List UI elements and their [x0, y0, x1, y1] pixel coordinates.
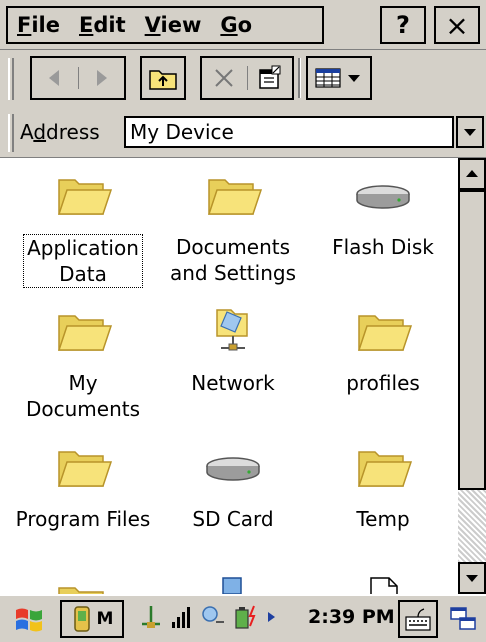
address-label: Address: [20, 120, 100, 144]
file-label: Network: [191, 371, 275, 395]
keyboard-icon: [405, 608, 431, 631]
file-item-flash-disk[interactable]: Flash Disk: [308, 166, 458, 260]
view-mode-button[interactable]: [306, 56, 372, 100]
properties-icon: [259, 65, 281, 89]
battery-charging-icon[interactable]: [232, 602, 260, 632]
address-input[interactable]: My Device: [124, 116, 454, 148]
menu-edit[interactable]: Edit: [70, 13, 136, 37]
file-item-sd-card[interactable]: SD Card: [158, 438, 308, 532]
properties-button[interactable]: [248, 64, 293, 92]
details-view-icon: [315, 68, 360, 88]
file-item-partial-app[interactable]: [158, 574, 308, 594]
up-folder-icon: [149, 70, 177, 90]
input-panel-button[interactable]: [398, 600, 438, 638]
forward-arrow-icon: [97, 70, 108, 86]
drive-icon: [206, 457, 260, 481]
menu-group: File Edit View Go: [6, 6, 324, 44]
menu-view[interactable]: View: [136, 13, 212, 37]
menu-bar: File Edit View Go ? ×: [0, 0, 486, 50]
drive-icon: [356, 185, 410, 209]
chevron-down-icon: [466, 575, 478, 582]
file-label: My Documents: [25, 371, 141, 421]
file-label: Documents and Settings: [169, 235, 296, 285]
nav-button-group: [30, 56, 126, 100]
back-button[interactable]: [32, 67, 79, 89]
window-app-icon: [222, 577, 242, 594]
file-label: SD Card: [192, 507, 274, 531]
chevron-down-icon: [464, 129, 476, 136]
file-label: Flash Disk: [332, 235, 434, 259]
help-button[interactable]: ?: [380, 6, 426, 44]
signal-strength-icon[interactable]: [170, 602, 194, 632]
file-list[interactable]: Application Data Documents and Settings Fl…: [0, 158, 458, 594]
cascade-windows-icon: [450, 607, 476, 630]
file-item-partial-folder[interactable]: [8, 574, 158, 594]
close-button[interactable]: ×: [434, 6, 480, 44]
folder-icon: [357, 315, 413, 351]
system-tray: [138, 602, 276, 632]
network-status-icon[interactable]: [200, 602, 226, 632]
file-item-profiles[interactable]: profiles: [308, 302, 458, 396]
clock[interactable]: 2:39 PM: [308, 606, 395, 628]
toolbar-separator: [298, 58, 301, 98]
delete-button[interactable]: [202, 66, 248, 90]
file-label: profiles: [346, 371, 420, 395]
file-item-application-data[interactable]: Application Data: [8, 166, 158, 288]
file-item-my-documents[interactable]: My Documents: [8, 302, 158, 422]
folder-icon: [357, 451, 413, 487]
address-bar: Address My Device: [0, 108, 486, 158]
task-button-explorer[interactable]: M: [60, 600, 124, 638]
usb-connection-icon[interactable]: [138, 602, 164, 632]
file-item-temp[interactable]: Temp: [308, 438, 458, 532]
scroll-up-button[interactable]: [458, 158, 486, 190]
file-item-program-files[interactable]: Program Files: [8, 438, 158, 532]
scroll-down-button[interactable]: [458, 562, 486, 594]
toolbar-grip[interactable]: [8, 58, 14, 100]
file-item-partial-document[interactable]: [308, 574, 458, 594]
scroll-thumb[interactable]: [458, 190, 486, 490]
forward-button[interactable]: [79, 67, 125, 89]
back-arrow-icon: [48, 70, 59, 86]
up-folder-button[interactable]: [140, 56, 186, 100]
address-grip[interactable]: [8, 114, 14, 152]
menu-file[interactable]: File: [8, 13, 70, 37]
file-item-network[interactable]: Network: [158, 302, 308, 396]
vertical-scrollbar[interactable]: [458, 158, 486, 594]
folder-icon: [57, 179, 113, 215]
taskbar: M 2:39 PM: [0, 594, 486, 642]
file-explorer-window: File Edit View Go ? × Address My Device …: [0, 0, 486, 642]
file-label: Application Data: [23, 234, 143, 288]
folder-icon: [207, 179, 263, 215]
file-item-documents-and-settings[interactable]: Documents and Settings: [158, 166, 308, 286]
edit-button-group: [200, 56, 294, 100]
folder-icon: [57, 315, 113, 351]
chevron-up-icon: [466, 170, 478, 177]
switch-window-button[interactable]: [444, 600, 482, 638]
menu-go[interactable]: Go: [211, 13, 262, 37]
folder-icon: [57, 451, 113, 487]
file-label: Program Files: [15, 507, 151, 531]
document-icon: [370, 577, 398, 594]
tray-expand-icon[interactable]: [266, 602, 276, 632]
start-button[interactable]: [4, 600, 54, 638]
folder-icon: [58, 587, 104, 594]
device-icon: [73, 606, 90, 632]
delete-icon: [215, 69, 233, 87]
address-dropdown-button[interactable]: [456, 116, 484, 148]
file-label: Temp: [356, 507, 410, 531]
windows-flag-icon: [16, 608, 42, 632]
toolbar: [0, 50, 486, 108]
network-icon: [216, 309, 248, 351]
